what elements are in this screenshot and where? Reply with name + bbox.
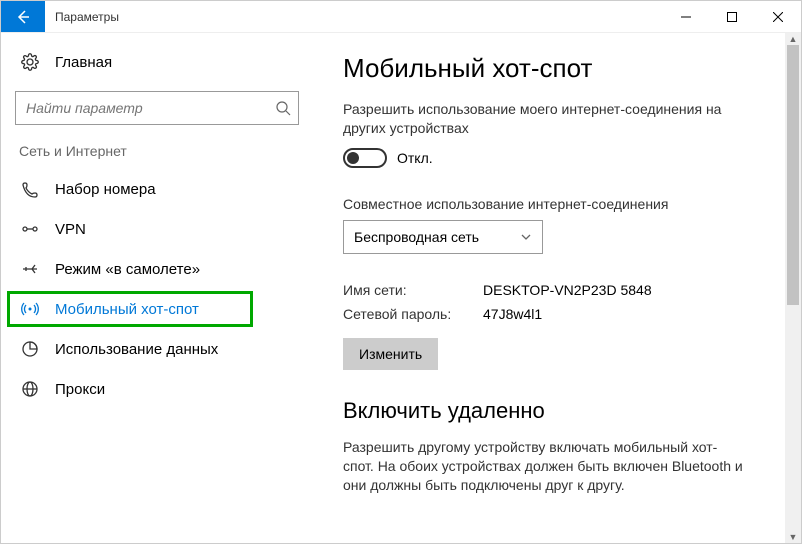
network-name-label: Имя сети: — [343, 282, 483, 298]
search-box[interactable] — [15, 91, 299, 125]
sidebar-item-airplane[interactable]: Режим «в самолете» — [1, 249, 313, 289]
page-heading: Мобильный хот-спот — [343, 53, 761, 84]
main-content: Мобильный хот-спот Разрешить использован… — [313, 33, 801, 543]
remote-heading: Включить удаленно — [343, 398, 761, 424]
scroll-down-arrow[interactable]: ▼ — [785, 531, 801, 543]
phone-icon — [19, 180, 41, 198]
section-label: Сеть и Интернет — [1, 143, 313, 159]
share-from-label: Совместное использование интернет-соедин… — [343, 196, 761, 212]
globe-icon — [19, 380, 41, 398]
hotspot-toggle[interactable] — [343, 148, 387, 168]
share-description: Разрешить использование моего интернет-с… — [343, 100, 743, 138]
search-icon — [275, 100, 291, 116]
vpn-icon — [19, 220, 41, 238]
sidebar-item-vpn[interactable]: VPN — [1, 209, 313, 249]
sidebar-item-data-usage[interactable]: Использование данных — [1, 329, 313, 369]
sidebar-item-hotspot[interactable]: Мобильный хот-спот — [1, 289, 313, 329]
back-button[interactable] — [1, 1, 45, 32]
scroll-up-arrow[interactable]: ▲ — [785, 33, 801, 45]
data-usage-icon — [19, 340, 41, 358]
hotspot-icon — [19, 300, 41, 318]
sidebar-item-label: Прокси — [55, 381, 105, 398]
network-name-value: DESKTOP-VN2P23D 5848 — [483, 282, 652, 298]
airplane-icon — [19, 260, 41, 278]
sidebar-item-label: Набор номера — [55, 181, 156, 198]
remote-description: Разрешить другому устройству включать мо… — [343, 438, 743, 495]
sidebar-item-label: VPN — [55, 221, 86, 238]
scrollbar[interactable]: ▲ ▼ — [785, 33, 801, 543]
scrollbar-thumb[interactable] — [787, 45, 799, 305]
sidebar: Главная Сеть и Интернет Набор номера VPN — [1, 33, 313, 543]
toggle-state-label: Откл. — [397, 150, 433, 166]
home-label: Главная — [55, 54, 112, 71]
sidebar-item-label: Режим «в самолете» — [55, 261, 200, 278]
sidebar-item-label: Мобильный хот-спот — [55, 301, 199, 318]
window-controls — [663, 1, 801, 32]
share-from-select[interactable]: Беспроводная сеть — [343, 220, 543, 254]
sidebar-item-dialup[interactable]: Набор номера — [1, 169, 313, 209]
change-button[interactable]: Изменить — [343, 338, 438, 370]
chevron-down-icon — [520, 231, 532, 243]
gear-icon — [19, 53, 41, 71]
close-button[interactable] — [755, 1, 801, 32]
home-button[interactable]: Главная — [1, 47, 313, 77]
search-input[interactable] — [15, 91, 299, 125]
sidebar-item-proxy[interactable]: Прокси — [1, 369, 313, 409]
titlebar: Параметры — [1, 1, 801, 33]
network-password-label: Сетевой пароль: — [343, 306, 483, 322]
window-title: Параметры — [45, 1, 119, 32]
network-password-value: 47J8w4l1 — [483, 306, 542, 322]
sidebar-item-label: Использование данных — [55, 341, 218, 358]
minimize-button[interactable] — [663, 1, 709, 32]
select-value: Беспроводная сеть — [354, 229, 479, 245]
maximize-button[interactable] — [709, 1, 755, 32]
